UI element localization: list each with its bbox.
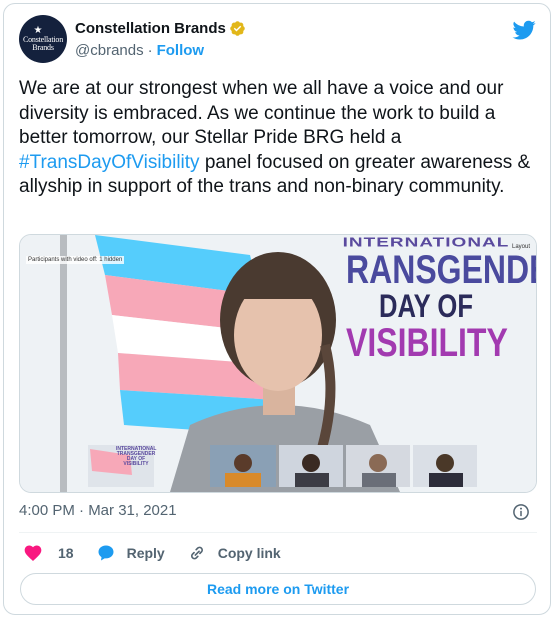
banner-line: INTERNATIONAL bbox=[342, 235, 510, 250]
tweet-timestamp[interactable]: 4:00 PM · Mar 31, 2021 bbox=[19, 502, 177, 519]
follow-button[interactable]: Follow bbox=[157, 42, 205, 59]
read-more-button[interactable]: Read more on Twitter bbox=[20, 573, 536, 605]
reply-bubble-icon bbox=[98, 545, 114, 561]
separator-dot: · bbox=[147, 42, 153, 59]
info-icon[interactable] bbox=[512, 503, 530, 521]
banner-line: RANSGENDER bbox=[346, 248, 536, 292]
thumbnail-label-line: VISIBILITY bbox=[123, 461, 149, 467]
tdov-banner: INTERNATIONAL RANSGENDER DAY OF VISIBILI… bbox=[326, 235, 536, 365]
avatar[interactable]: ★ Constellation Brands bbox=[19, 15, 67, 63]
hashtag-link[interactable]: #TransDayOfVisibility bbox=[19, 152, 200, 173]
author-handle-row: @cbrands · Follow bbox=[75, 42, 204, 59]
tweet-media-image[interactable]: Participants with video off: 1 hidden La… bbox=[19, 234, 537, 493]
tweet-actions: 18 Reply Copy link bbox=[23, 542, 303, 564]
twitter-bird-icon[interactable] bbox=[512, 18, 536, 42]
copy-link-label: Copy link bbox=[217, 545, 281, 561]
link-icon bbox=[190, 546, 203, 560]
tweet-card: ★ Constellation Brands Constellation Bra… bbox=[3, 3, 551, 615]
tweet-text-part: We are at our strongest when we all have… bbox=[19, 78, 504, 148]
reply-button[interactable]: Reply bbox=[96, 543, 165, 563]
heart-icon bbox=[24, 545, 42, 561]
tweet-text: We are at our strongest when we all have… bbox=[19, 77, 539, 200]
like-count: 18 bbox=[58, 545, 74, 561]
like-button[interactable]: 18 bbox=[23, 543, 74, 563]
author-handle[interactable]: @cbrands bbox=[75, 42, 144, 59]
banner-line: VISIBILITY bbox=[346, 321, 508, 365]
author-display-name[interactable]: Constellation Brands bbox=[75, 20, 226, 37]
reply-label: Reply bbox=[126, 545, 165, 561]
avatar-logo-text: Constellation Brands bbox=[22, 35, 64, 52]
copy-link-button[interactable]: Copy link bbox=[187, 543, 281, 563]
author-name-row: Constellation Brands bbox=[75, 20, 246, 37]
participants-note: Participants with video off: 1 hidden bbox=[26, 256, 125, 264]
banner-line: DAY OF bbox=[379, 288, 473, 324]
verified-badge-icon bbox=[230, 21, 245, 36]
thumbnail-banner: INTERNATIONAL TRANSGENDER DAY OF VISIBIL… bbox=[116, 447, 156, 467]
divider bbox=[19, 532, 537, 533]
